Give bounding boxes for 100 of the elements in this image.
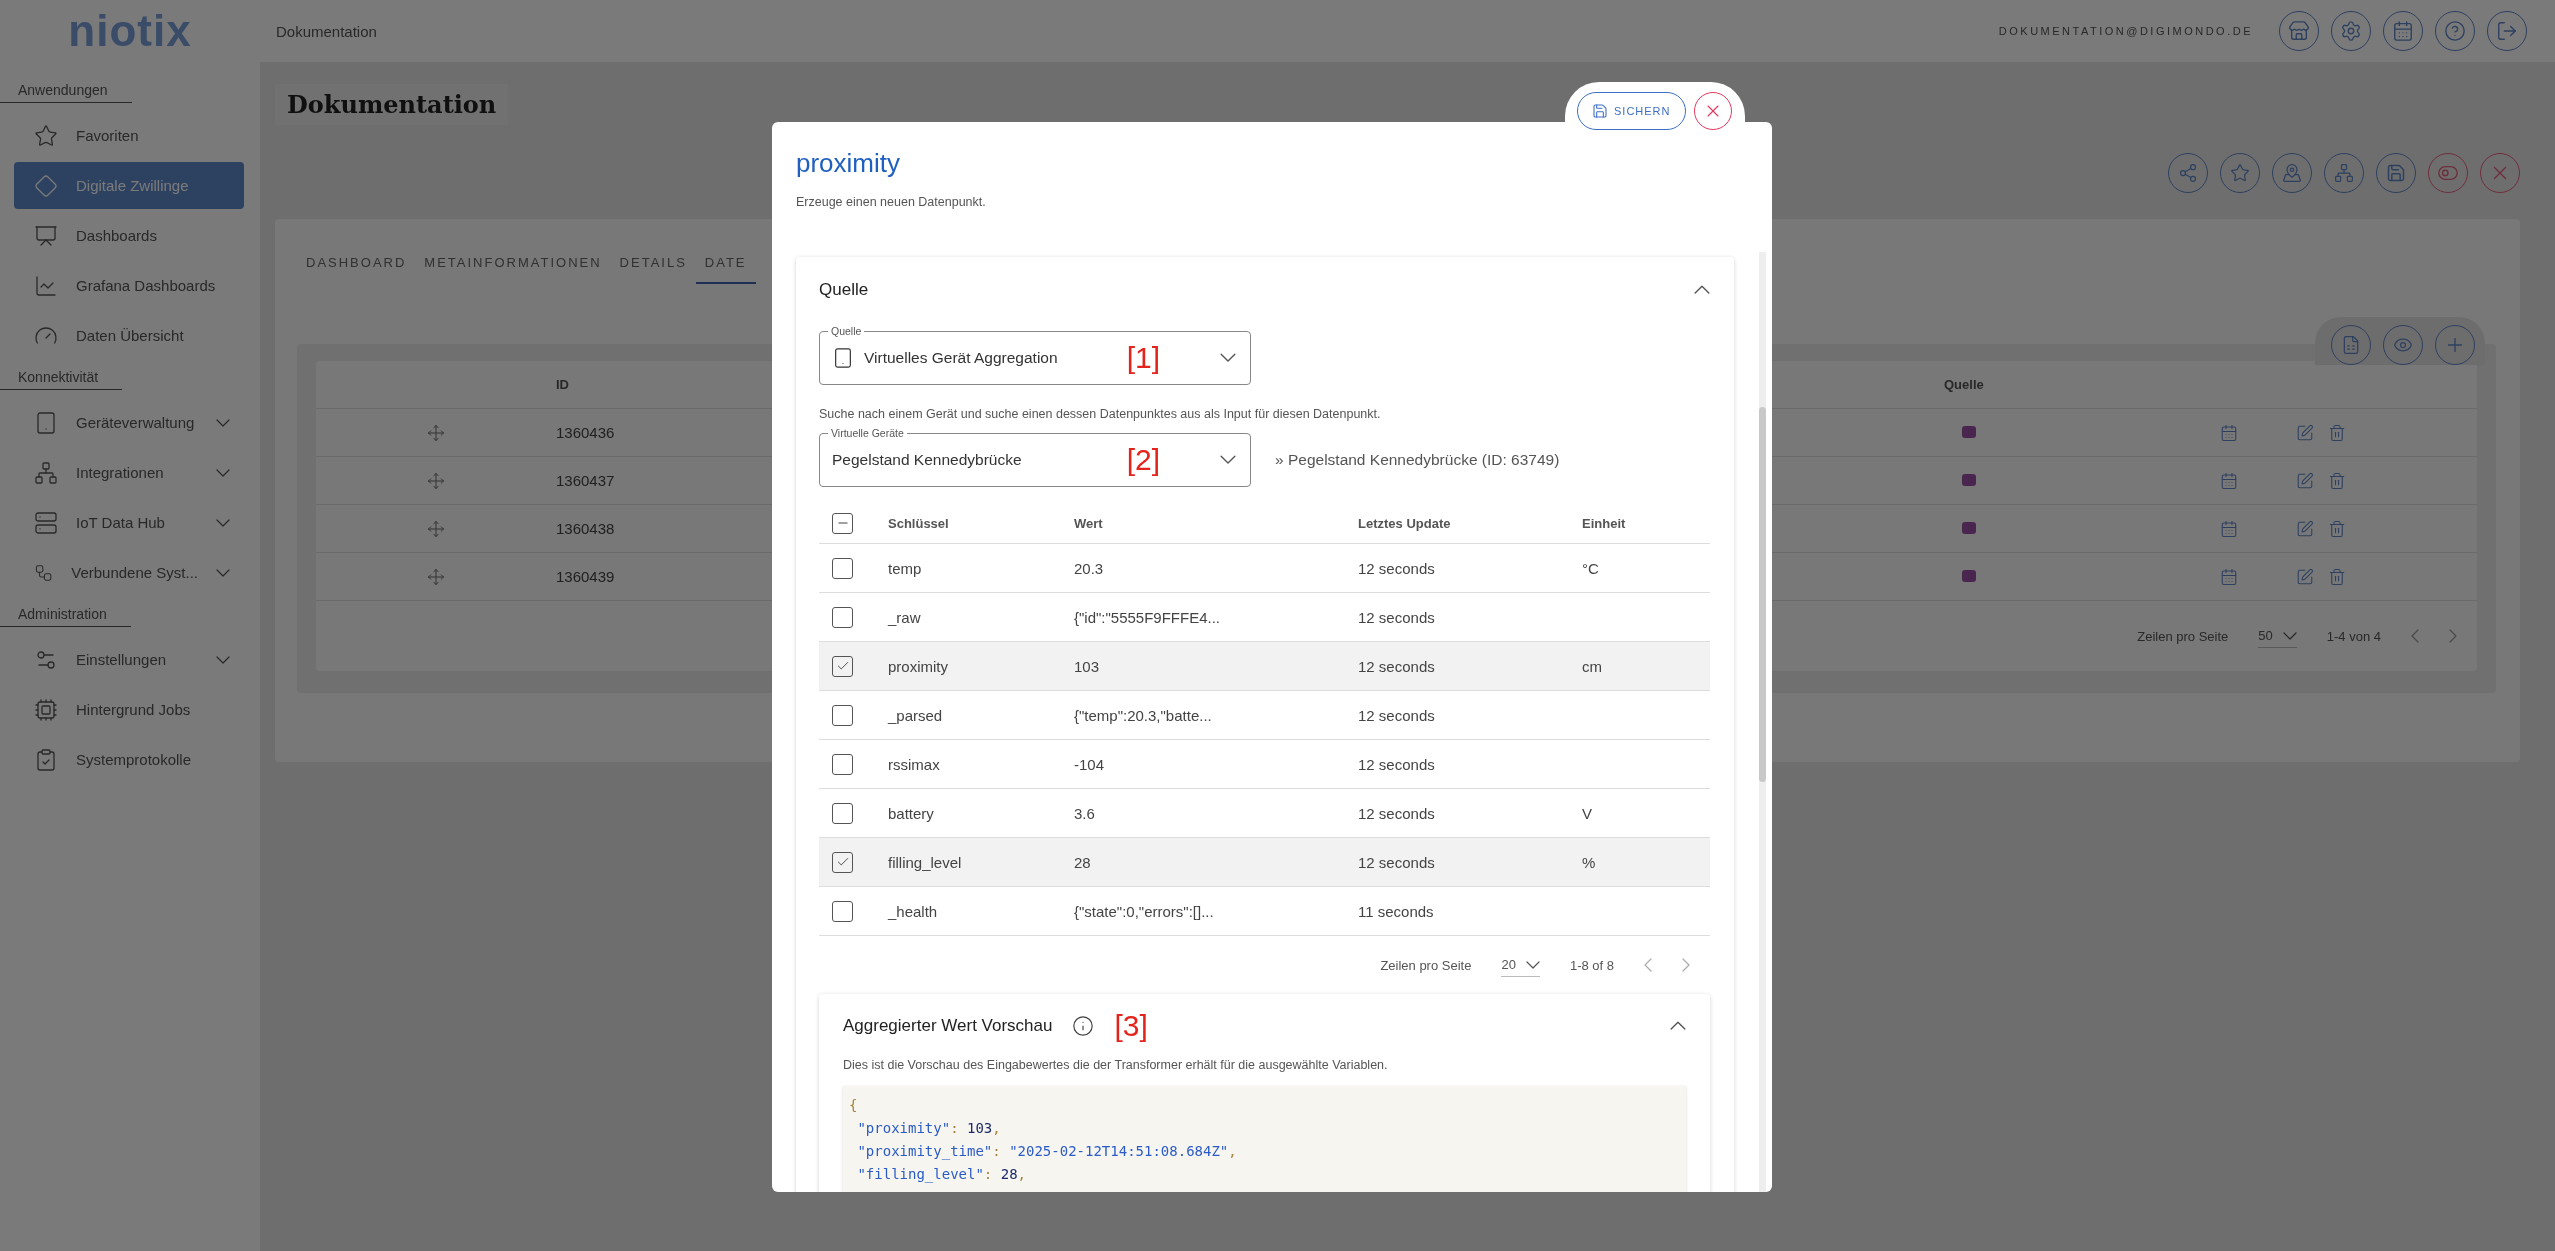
previous-page-icon[interactable]: [1644, 958, 1652, 972]
sidebar-item[interactable]: Daten Übersicht: [14, 312, 244, 359]
table-cell: 12 seconds: [1358, 608, 1435, 626]
table-cell: 12 seconds: [1358, 559, 1435, 577]
rows-per-page-select[interactable]: 20: [1501, 953, 1540, 977]
table-cell: %: [1582, 853, 1596, 871]
move-icon[interactable]: [427, 471, 445, 490]
row-checkbox[interactable]: [832, 802, 853, 824]
sidebar-item[interactable]: Hintergrund Jobs: [14, 686, 244, 733]
row-checkbox[interactable]: [832, 851, 853, 873]
table-cell: 1360439: [556, 568, 615, 585]
chevron-down-icon: [1220, 353, 1236, 363]
sidebar-item[interactable]: Integrationen: [14, 449, 244, 496]
table-cell: temp: [888, 559, 922, 577]
row-checkbox[interactable]: [832, 704, 853, 726]
next-page-icon[interactable]: [2449, 629, 2457, 643]
edit-icon[interactable]: [2296, 423, 2314, 442]
table-cell: {"state":0,"errors":[]...: [1074, 902, 1214, 920]
section-title: Aggregierter Wert Vorschau: [843, 1016, 1053, 1036]
table-cell: V: [1582, 804, 1592, 822]
column-header: Letztes Update: [1358, 515, 1451, 531]
column-header: Quelle: [1944, 377, 1984, 392]
calendar-icon[interactable]: [2220, 423, 2238, 442]
sidebar-item[interactable]: IoT Data Hub: [14, 499, 244, 546]
move-icon[interactable]: [427, 519, 445, 538]
sidebar-item[interactable]: Verbundene Syst...: [14, 549, 244, 596]
sidebar-item[interactable]: Einstellungen: [14, 636, 244, 683]
table-cell: _raw: [888, 608, 921, 626]
table-cell: °C: [1582, 559, 1599, 577]
calendar-icon[interactable]: [2220, 519, 2238, 538]
sidebar-item[interactable]: Systemprotokolle: [14, 736, 244, 783]
section-heading: Anwendungen: [0, 74, 132, 103]
save-button[interactable]: SICHERN: [1577, 92, 1686, 130]
table-cell: rssimax: [888, 755, 940, 773]
map-icon: [2282, 163, 2302, 183]
close-button[interactable]: [1693, 92, 1732, 130]
save-icon: [2386, 163, 2406, 183]
edit-icon[interactable]: [2296, 567, 2314, 586]
edit-icon[interactable]: [2296, 519, 2314, 538]
sidebar-item[interactable]: Digitale Zwillinge: [14, 162, 244, 209]
rows-per-page-select[interactable]: 50: [2258, 624, 2297, 648]
table-cell: 12 seconds: [1358, 853, 1435, 871]
table-cell: 28: [1074, 853, 1091, 871]
code-line: "filling_level": 28,: [856, 1165, 1027, 1185]
page-range: 1-8 of 8: [1569, 957, 1614, 973]
row-checkbox[interactable]: [832, 606, 853, 628]
table-cell: 12 seconds: [1358, 804, 1435, 822]
row-checkbox[interactable]: [832, 655, 853, 677]
tab[interactable]: METAINFORMATIONEN: [415, 249, 611, 284]
row-checkbox[interactable]: [832, 900, 853, 922]
chevron-down-icon: [1220, 455, 1236, 465]
tab[interactable]: DASHBOARD: [297, 249, 416, 284]
sidebar-item[interactable]: Dashboards: [14, 212, 244, 259]
next-page-icon[interactable]: [1682, 958, 1690, 972]
move-icon[interactable]: [427, 423, 445, 442]
chevron-up-icon[interactable]: [1694, 285, 1710, 295]
source-badge: [1962, 521, 1976, 534]
row-checkbox[interactable]: [832, 557, 853, 579]
device-icon: [832, 347, 854, 369]
row-checkbox[interactable]: [832, 753, 853, 775]
check-icon: [835, 659, 850, 673]
table-cell: 1360438: [556, 520, 615, 537]
network-icon: [34, 460, 58, 485]
save-icon: [1592, 103, 1608, 119]
hierarchy-icon: [2334, 163, 2354, 183]
info-icon[interactable]: [1072, 1015, 1095, 1037]
sidebar-item[interactable]: Grafana Dashboards: [14, 262, 244, 309]
check-icon: [835, 855, 850, 869]
table-cell: _parsed: [888, 706, 943, 724]
calendar-icon[interactable]: [2220, 567, 2238, 586]
calendar-icon[interactable]: [2220, 471, 2238, 490]
delete-icon[interactable]: [2328, 471, 2346, 490]
chevron-down-icon: [2282, 631, 2297, 640]
device-icon: [34, 410, 58, 435]
code-line: {: [849, 1096, 859, 1115]
sidebar-item[interactable]: Geräteverwaltung: [14, 399, 244, 446]
select-all-checkbox[interactable]: [832, 512, 853, 534]
column-header: ID: [556, 377, 569, 392]
user-email: DOKUMENTATION@DIGIMONDO.DE: [1998, 25, 2253, 37]
previous-page-icon[interactable]: [2411, 629, 2419, 643]
source-badge: [1962, 425, 1976, 438]
delete-icon[interactable]: [2328, 519, 2346, 538]
delete-icon[interactable]: [2328, 567, 2346, 586]
section-heading: Administration: [0, 598, 131, 627]
code-line: "proximity": 103,: [856, 1119, 1002, 1138]
device-info: » Pegelstand Kennedybrücke (ID: 63749): [1275, 451, 1560, 469]
table-cell: filling_level: [888, 853, 962, 871]
sidebar-item[interactable]: Favoriten: [14, 112, 244, 159]
edit-icon[interactable]: [2296, 471, 2314, 490]
table-cell: proximity: [888, 657, 948, 675]
code-line: "proximity_time": "2025-02-12T14:51:08.684Z",: [856, 1142, 1238, 1162]
tab[interactable]: DETAILS: [610, 249, 696, 284]
hint-text: Suche nach einem Gerät und suche einen dessen Datenpunktes aus als Input für diesen Datenpunkt.: [819, 407, 1382, 421]
move-icon[interactable]: [427, 567, 445, 586]
tab[interactable]: DATE: [695, 249, 756, 284]
table-cell: _health: [888, 902, 938, 920]
chevron-up-icon[interactable]: [1670, 1021, 1686, 1031]
breadcrumb: Dokumentation: [276, 22, 377, 40]
share-icon: [2178, 163, 2198, 183]
delete-icon[interactable]: [2328, 423, 2346, 442]
